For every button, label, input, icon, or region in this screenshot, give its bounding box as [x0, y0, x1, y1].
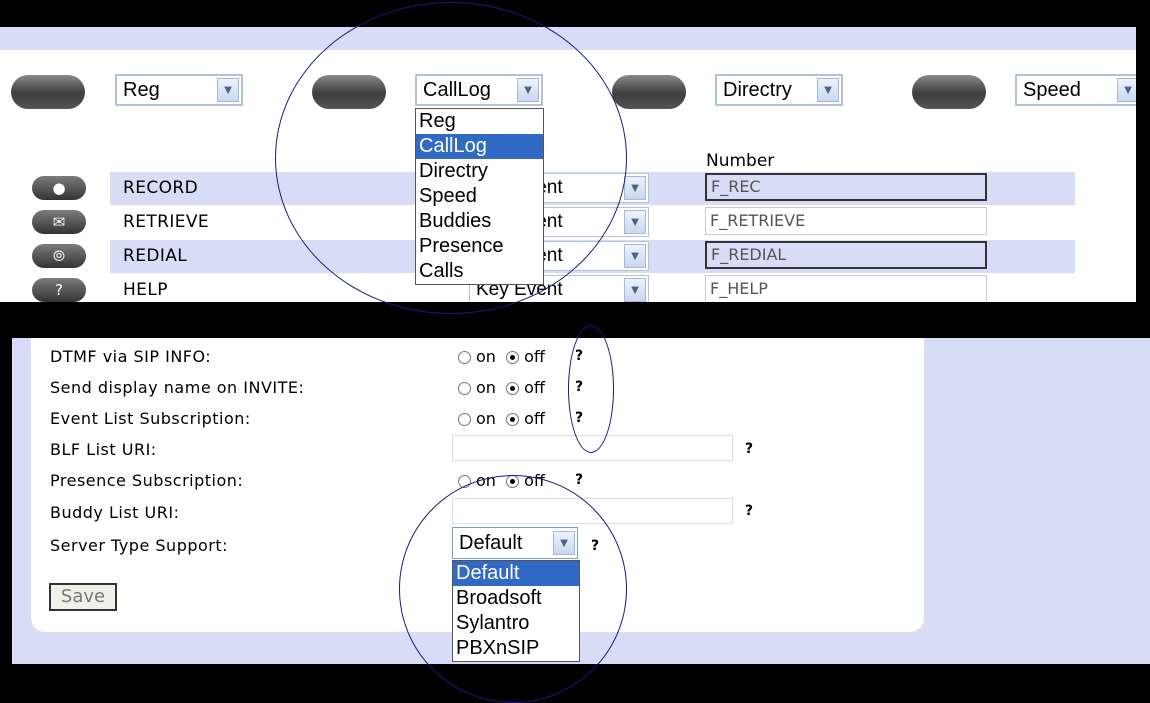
chevron-down-icon[interactable]: ▼ [624, 176, 646, 200]
field-label: Send display name on INVITE: [50, 378, 305, 397]
chevron-down-icon[interactable]: ▼ [817, 78, 839, 102]
radio-off[interactable] [506, 382, 520, 395]
field-label: DTMF via SIP INFO: [50, 347, 212, 366]
dtmf-radio-group: on off [458, 347, 545, 366]
chevron-down-icon[interactable]: ▼ [624, 210, 646, 234]
field-label: BLF List URI: [50, 440, 157, 459]
save-button[interactable]: Save [49, 583, 117, 611]
mail-icon[interactable]: ✉ [32, 210, 86, 234]
help-icon[interactable]: ? [575, 472, 583, 488]
radio-off[interactable] [506, 351, 520, 364]
radio-on-label: on [476, 378, 496, 397]
field-label: Server Type Support: [50, 536, 229, 555]
redial-icon[interactable]: ⦾ [32, 244, 86, 268]
row-label-redial: REDIAL [123, 246, 188, 266]
softkey-4-button[interactable] [912, 75, 986, 109]
annotation-circle [399, 475, 627, 703]
softkey-3-select[interactable]: Directry ▼ [715, 74, 843, 106]
row-label-retrieve: RETRIEVE [123, 212, 210, 232]
softkey-4-select[interactable]: Speed ▼ [1015, 74, 1136, 106]
softkey-4-value: Speed [1023, 79, 1081, 101]
number-column-header: Number [706, 151, 775, 171]
field-label: Presence Subscription: [50, 471, 244, 490]
radio-on[interactable] [458, 382, 471, 395]
softkey-3-value: Directry [723, 79, 792, 101]
field-label: Buddy List URI: [50, 503, 180, 522]
softkey-1-value: Reg [123, 79, 160, 101]
event-list-radio-group: on off [458, 409, 545, 428]
row-label-help: HELP [123, 280, 168, 300]
radio-off-label: off [524, 409, 545, 428]
softkey-1-button[interactable] [11, 75, 85, 109]
field-label: Event List Subscription: [50, 409, 251, 428]
chevron-down-icon[interactable]: ▼ [624, 278, 646, 302]
radio-on-label: on [476, 347, 496, 366]
chevron-down-icon[interactable]: ▼ [624, 244, 646, 268]
radio-on[interactable] [458, 413, 471, 426]
number-field[interactable]: F_REDIAL [705, 241, 987, 269]
record-icon[interactable]: ● [32, 176, 86, 200]
radio-on[interactable] [458, 351, 471, 364]
chevron-down-icon[interactable]: ▼ [1117, 78, 1136, 102]
annotation-circle [275, 2, 627, 314]
display-name-radio-group: on off [458, 378, 545, 397]
row-label-record: RECORD [123, 178, 199, 198]
softkey-3-button[interactable] [612, 75, 686, 109]
radio-on-label: on [476, 409, 496, 428]
number-field[interactable]: F_HELP [705, 275, 987, 302]
annotation-circle [568, 325, 614, 453]
help-icon[interactable]: ? [745, 441, 753, 457]
softkey-1-select[interactable]: Reg ▼ [115, 74, 243, 106]
help-icon[interactable]: ? [32, 278, 86, 302]
radio-off[interactable] [506, 413, 520, 426]
number-field[interactable]: F_REC [705, 173, 987, 201]
help-icon[interactable]: ? [745, 503, 753, 519]
number-field[interactable]: F_RETRIEVE [705, 207, 987, 235]
chevron-down-icon[interactable]: ▼ [217, 78, 239, 102]
radio-off-label: off [524, 378, 545, 397]
radio-off-label: off [524, 347, 545, 366]
